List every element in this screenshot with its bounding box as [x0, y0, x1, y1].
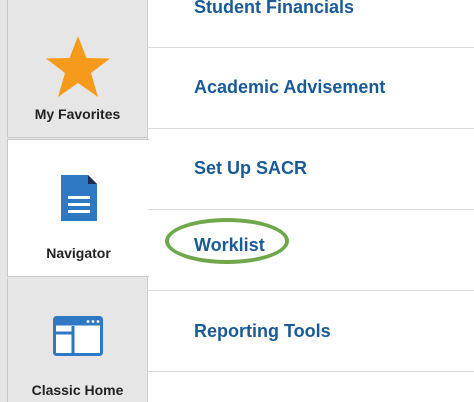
sidebar-item-label: Navigator	[46, 245, 111, 261]
menu-item-label: Reporting Tools	[194, 321, 331, 341]
menu-item-label: Student Financials	[194, 0, 355, 17]
sidebar-item-classic-home[interactable]: Classic Home	[7, 278, 147, 402]
menu-item-set-up-sacr[interactable]: Set Up SACR	[148, 129, 474, 210]
menu-item-student-financials[interactable]: Student Financials	[148, 0, 474, 48]
sidebar-item-label: My Favorites	[34, 106, 121, 122]
menu-list: Student Financials Academic Advisement S…	[148, 0, 474, 402]
document-icon	[60, 174, 98, 227]
menu-item-label: Set Up SACR	[194, 158, 308, 178]
sidebar-item-my-favorites[interactable]: My Favorites	[7, 0, 147, 138]
menu-item-worklist[interactable]: Worklist	[148, 210, 474, 291]
sidebar-item-navigator[interactable]: Navigator	[7, 139, 149, 277]
menu-item-reporting-tools[interactable]: Reporting Tools	[148, 291, 474, 372]
menu-item-academic-advisement[interactable]: Academic Advisement	[148, 48, 474, 129]
sidebar-item-label: Classic Home	[31, 382, 124, 398]
window-icon	[52, 316, 103, 361]
sidebar: My Favorites Navigator Classic Home	[0, 0, 149, 402]
star-icon	[44, 34, 112, 105]
menu-item-label: Worklist	[194, 235, 265, 255]
menu-item-label: Academic Advisement	[194, 77, 386, 97]
